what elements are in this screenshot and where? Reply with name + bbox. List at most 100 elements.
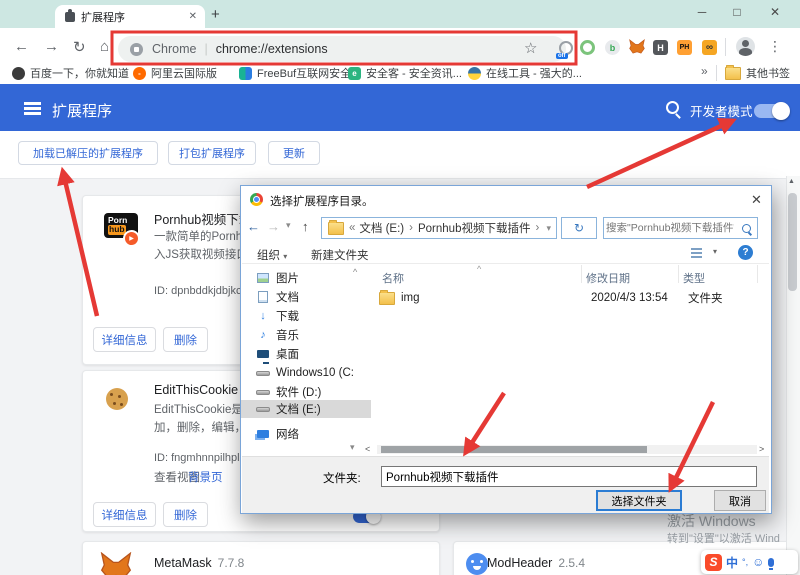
site-info-icon[interactable] xyxy=(130,43,143,56)
crumb-separator-icon: › xyxy=(409,222,413,234)
tab-close-icon[interactable]: ✕ xyxy=(187,9,199,24)
view-mode-icon[interactable] xyxy=(691,248,702,250)
breadcrumb-segment-folder[interactable]: Pornhub视频下载插件 xyxy=(418,220,530,236)
scrollbar-up-icon[interactable]: ▲ xyxy=(788,178,795,185)
new-folder-button[interactable]: 新建文件夹 xyxy=(311,247,369,263)
reload-icon[interactable]: ↻ xyxy=(73,38,86,56)
details-button[interactable]: 详细信息 xyxy=(93,327,156,352)
help-icon[interactable]: ? xyxy=(738,245,753,260)
guillemet-icon: « xyxy=(349,222,355,234)
dialog-search-icon[interactable] xyxy=(742,224,751,233)
back-icon[interactable]: ← xyxy=(14,38,29,55)
hscroll-thumb[interactable] xyxy=(381,446,647,453)
recent-locations-icon[interactable]: ▾ xyxy=(286,220,291,231)
modheader-toolbar-icon[interactable]: H xyxy=(653,40,668,55)
chrome-menu-icon[interactable]: ⋮ xyxy=(768,38,782,55)
page-title: 扩展程序 xyxy=(52,100,112,121)
bookmark-anquanke[interactable]: e 安全客 - 安全资讯... xyxy=(348,65,462,81)
sidebar-item-drive-e-selected[interactable]: 文档 (E:) xyxy=(241,400,371,418)
bookmark-star-icon[interactable]: ☆ xyxy=(524,39,537,57)
column-header-name[interactable]: 名称 xyxy=(382,270,404,286)
window-close-button[interactable]: ✕ xyxy=(765,5,785,19)
document-icon xyxy=(258,291,268,303)
bookmark-aliyun[interactable]: - 阿里云国际版 xyxy=(133,65,217,81)
sidebar-item-music[interactable]: ♪ 音乐 xyxy=(256,326,299,344)
emoji-icon[interactable]: ☺ xyxy=(752,555,764,569)
hamburger-menu-icon[interactable] xyxy=(24,102,41,105)
sidebar-scroll-up-icon[interactable]: ^ xyxy=(353,267,357,277)
sidebar-item-documents[interactable]: 文档 xyxy=(256,288,299,306)
up-directory-icon[interactable]: ↑ xyxy=(302,219,309,234)
new-tab-button[interactable]: + xyxy=(211,6,220,23)
cookie-toolbar-icon[interactable]: ∞ xyxy=(702,40,717,55)
crumb-separator-icon: › xyxy=(535,222,539,234)
browser-tab[interactable]: 扩展程序 ✕ xyxy=(55,5,205,28)
cancel-button[interactable]: 取消 xyxy=(714,490,766,511)
sidebar-item-network[interactable]: 网络 xyxy=(256,425,299,443)
bookmark-freebuf[interactable]: FreeBuf互联网安全... xyxy=(239,65,360,81)
load-unpacked-button[interactable]: 加载已解压的扩展程序 xyxy=(18,141,158,165)
aliyun-icon: - xyxy=(133,67,146,80)
select-folder-button[interactable]: 选择文件夹 xyxy=(596,490,682,511)
developer-mode-toggle[interactable] xyxy=(754,104,788,118)
file-row-img[interactable]: img 2020/4/3 13:54 文件夹 xyxy=(379,290,759,306)
microphone-icon[interactable] xyxy=(768,558,774,567)
metamask-extension-icon xyxy=(100,552,132,575)
ime-language-indicator[interactable]: 中 xyxy=(726,554,738,571)
sidebar-scroll-down-icon[interactable]: ▾ xyxy=(350,442,355,453)
bookmarks-divider xyxy=(716,65,717,81)
sidebar-item-desktop[interactable]: 桌面 xyxy=(256,345,299,363)
b-extension-icon[interactable]: b xyxy=(605,40,620,55)
hscroll-right-icon[interactable]: > xyxy=(759,444,764,454)
dialog-search-input[interactable] xyxy=(604,221,736,235)
pornhub-toolbar-icon[interactable]: PH xyxy=(677,40,692,55)
bookmarks-overflow-icon[interactable]: » xyxy=(701,64,708,78)
background-page-link[interactable]: 背景页 xyxy=(188,469,223,485)
dialog-forward-icon[interactable]: → xyxy=(267,219,280,234)
other-bookmarks-folder[interactable]: 其他书签 xyxy=(725,65,790,81)
address-dropdown-icon[interactable]: ▾ xyxy=(546,223,551,234)
dialog-search-box[interactable] xyxy=(603,217,758,239)
scrollbar-thumb[interactable] xyxy=(788,193,797,291)
ime-punctuation-indicator[interactable]: °, xyxy=(742,557,748,567)
remove-button[interactable]: 删除 xyxy=(163,327,208,352)
search-icon[interactable] xyxy=(666,101,679,114)
folder-icon xyxy=(328,222,344,235)
window-maximize-button[interactable]: □ xyxy=(727,5,747,19)
sidebar-item-pictures[interactable]: 图片 xyxy=(256,269,299,287)
file-name: img xyxy=(401,292,591,304)
column-header-date[interactable]: 修改日期 xyxy=(586,270,630,286)
dialog-back-icon[interactable]: ← xyxy=(247,219,260,234)
sogou-ime-bar[interactable]: S 中 °, ☺ xyxy=(701,550,798,574)
bookmark-baidu[interactable]: 百度一下，你就知道 xyxy=(12,65,129,81)
details-button[interactable]: 详细信息 xyxy=(93,502,156,527)
home-icon[interactable]: ⌂ xyxy=(100,38,109,55)
bookmark-online-tools[interactable]: 在线工具 - 强大的... xyxy=(468,65,582,81)
sogou-logo-icon[interactable]: S xyxy=(705,554,722,571)
organize-menu[interactable]: 组织 ▾ xyxy=(257,247,287,263)
drive-icon xyxy=(256,390,270,395)
breadcrumb[interactable]: « 文档 (E:) › Pornhub视频下载插件 › ▾ xyxy=(321,217,557,239)
column-header-type[interactable]: 类型 xyxy=(683,270,705,286)
activate-windows-watermark-line2: 转到"设置"以激活 Wind xyxy=(667,530,780,546)
refresh-button[interactable]: ↻ xyxy=(561,217,597,239)
ring-extension-icon[interactable] xyxy=(580,40,595,55)
pack-extension-button[interactable]: 打包扩展程序 xyxy=(168,141,256,165)
dialog-close-button[interactable]: ✕ xyxy=(751,192,762,208)
forward-icon[interactable]: → xyxy=(44,38,59,55)
proxy-extension-icon[interactable]: off xyxy=(558,40,573,55)
update-button[interactable]: 更新 xyxy=(268,141,320,165)
sidebar-item-drive-c[interactable]: Windows10 (C: xyxy=(256,364,354,382)
profile-avatar[interactable] xyxy=(736,37,755,56)
address-bar[interactable]: Chrome | chrome://extensions xyxy=(118,36,566,62)
hscroll-left-icon[interactable]: < xyxy=(365,444,370,454)
view-dropdown-icon[interactable]: ▾ xyxy=(713,247,717,256)
metamask-fox-icon[interactable] xyxy=(629,39,645,59)
sidebar-item-drive-d[interactable]: 软件 (D:) xyxy=(256,383,321,401)
window-minimize-button[interactable]: ─ xyxy=(692,5,712,19)
sidebar-item-downloads[interactable]: ↓ 下载 xyxy=(256,307,299,325)
breadcrumb-segment-drive[interactable]: 文档 (E:) xyxy=(359,220,404,236)
remove-button[interactable]: 删除 xyxy=(163,502,208,527)
folder-name-input[interactable] xyxy=(381,466,757,487)
url-scheme-label: Chrome xyxy=(152,42,196,56)
